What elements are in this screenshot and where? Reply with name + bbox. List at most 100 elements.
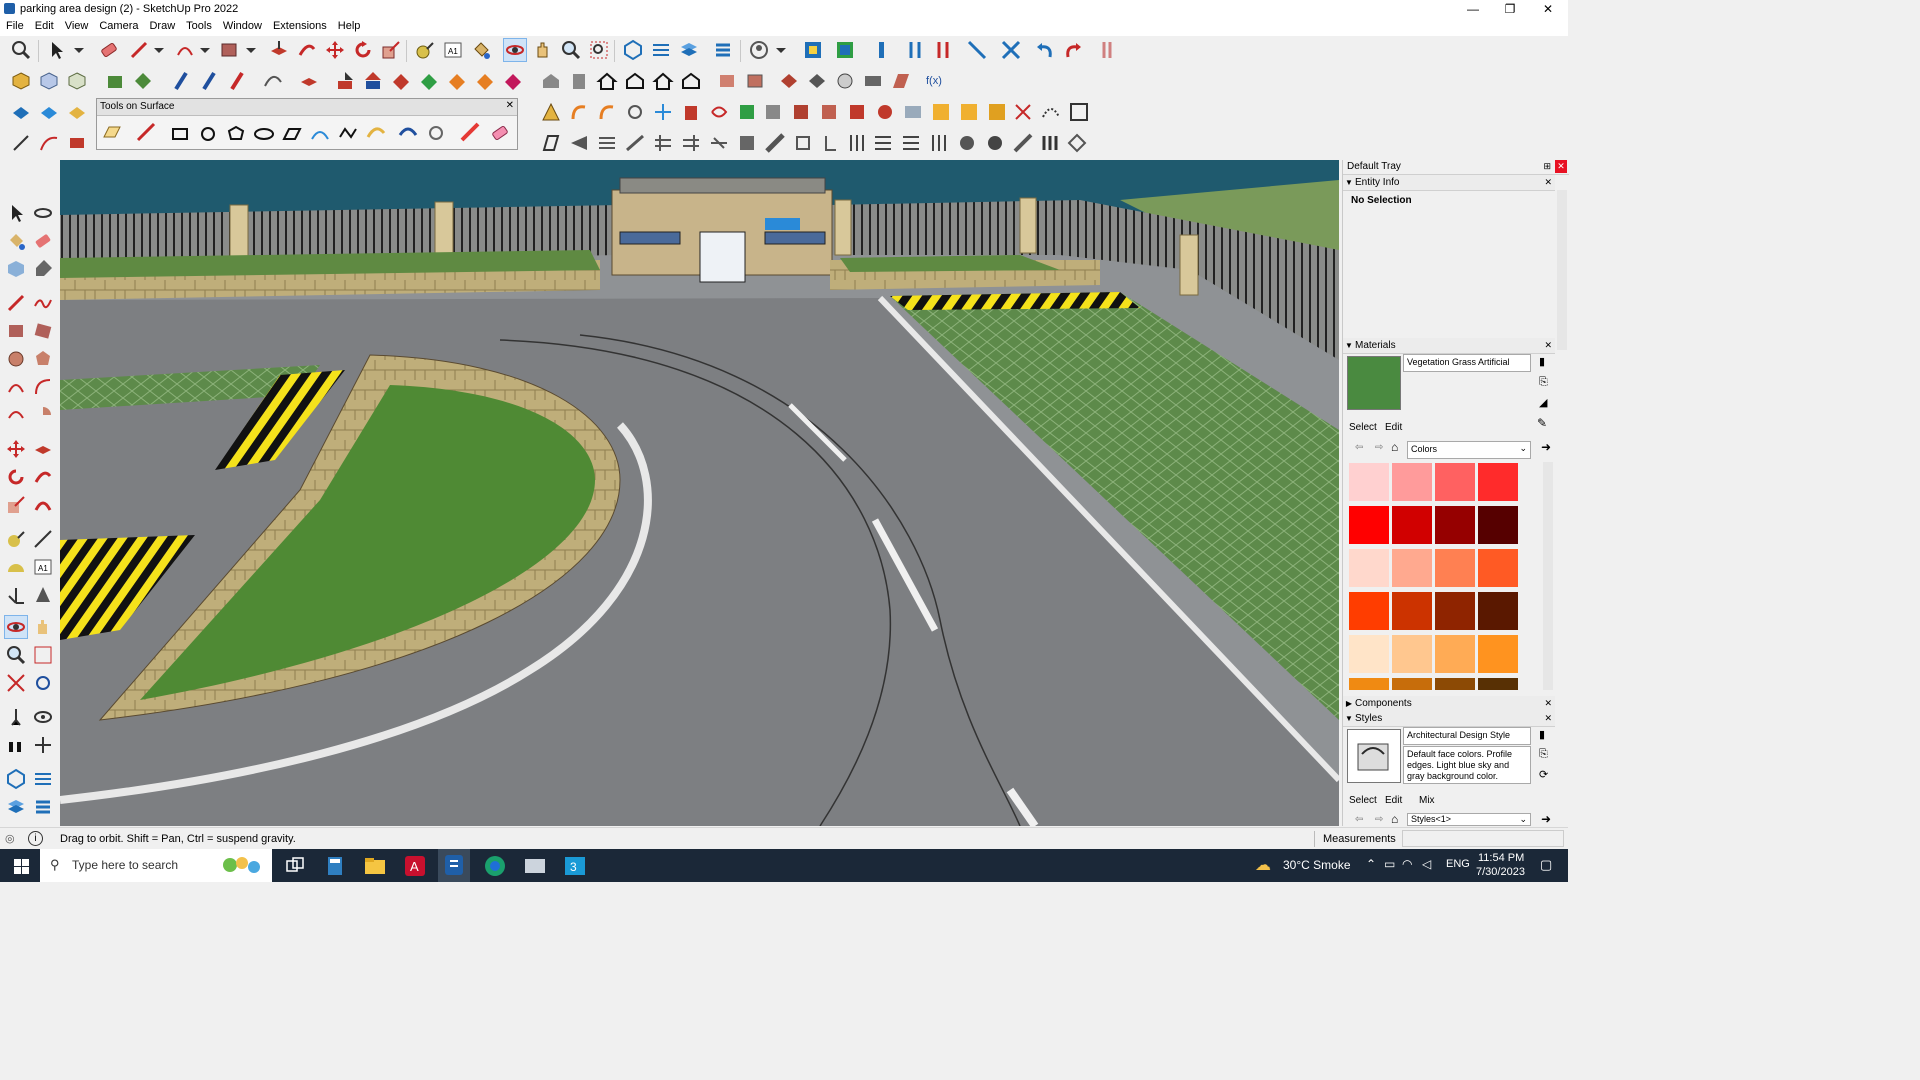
surface-edit-icon[interactable] (425, 121, 447, 143)
menu-window[interactable]: Window (217, 18, 267, 32)
zoom-window-icon[interactable] (588, 39, 610, 61)
extension-icon[interactable] (902, 101, 924, 123)
menu-camera[interactable]: Camera (93, 18, 143, 32)
file-explorer-icon[interactable] (362, 853, 388, 879)
sketchup-taskbar-icon[interactable] (438, 849, 470, 882)
home-icon[interactable] (652, 70, 674, 92)
materials-edit-tab[interactable]: Edit (1385, 422, 1402, 433)
close-icon[interactable]: ✕ (1544, 696, 1552, 711)
protractor-icon[interactable] (5, 556, 27, 578)
surface-generate-faces-icon[interactable] (459, 121, 481, 143)
surface-parallelogram-icon[interactable] (281, 121, 303, 143)
look-around-icon[interactable] (32, 706, 54, 728)
extension-icon[interactable] (66, 132, 88, 154)
details-arrow-icon[interactable]: ➜ (1541, 812, 1551, 826)
surface-offset-icon[interactable] (365, 121, 387, 143)
extension-icon[interactable] (736, 132, 758, 154)
extension-icon[interactable] (986, 101, 1008, 123)
extension-icon[interactable] (1000, 39, 1022, 61)
chevron-down-icon[interactable] (68, 39, 90, 61)
extension-icon[interactable] (764, 132, 786, 154)
tape-measure-icon[interactable] (5, 528, 27, 550)
material-swatch[interactable] (1435, 635, 1475, 673)
windows-start-icon[interactable] (8, 853, 34, 879)
taskbar-search-box[interactable]: ⚲ Type here to search (40, 849, 272, 882)
geo-location-icon[interactable]: ◎ (5, 832, 15, 845)
app-icon[interactable] (522, 853, 548, 879)
materials-select-tab[interactable]: Select (1349, 422, 1377, 433)
details-arrow-icon[interactable]: ➜ (1541, 440, 1551, 454)
weather-text[interactable]: 30°C Smoke (1283, 858, 1351, 872)
arc-tool-icon[interactable] (174, 39, 196, 61)
surface-line-icon[interactable] (135, 121, 157, 143)
extension-icon[interactable] (680, 101, 702, 123)
extension-icon[interactable] (956, 132, 978, 154)
menu-extensions[interactable]: Extensions (267, 18, 332, 32)
menu-tools[interactable]: Tools (180, 18, 217, 32)
circle-tool-icon[interactable] (5, 348, 27, 370)
extension-icon[interactable] (930, 101, 952, 123)
zoom-icon[interactable] (5, 644, 27, 666)
close-icon[interactable]: ✕ (1555, 160, 1567, 173)
orbit-icon[interactable] (32, 202, 54, 224)
extension-icon[interactable] (862, 70, 884, 92)
paint-bucket-icon[interactable] (5, 230, 27, 252)
edge-icon[interactable] (482, 853, 508, 879)
extension-icon[interactable] (966, 39, 988, 61)
extension-icon[interactable] (928, 132, 950, 154)
chevron-down-icon[interactable] (240, 39, 262, 61)
restore-button[interactable]: ❐ (1492, 0, 1528, 18)
undo-icon[interactable] (1034, 39, 1056, 61)
extension-icon[interactable] (198, 70, 220, 92)
task-view-icon[interactable] (281, 853, 307, 879)
surface-circle-icon[interactable] (197, 121, 219, 143)
line-tool-icon[interactable] (5, 292, 27, 314)
pan-icon[interactable] (532, 39, 554, 61)
push-pull-icon[interactable] (268, 39, 290, 61)
material-swatch[interactable] (1478, 635, 1518, 673)
material-library-select[interactable]: Colors ⌄ (1407, 441, 1531, 459)
material-name-field[interactable]: Vegetation Grass Artificial (1403, 354, 1531, 372)
clock-date[interactable]: 7/30/2023 (1476, 866, 1525, 878)
zoom-icon[interactable] (560, 39, 582, 61)
section-plane-icon[interactable] (32, 734, 54, 756)
materials-header[interactable]: ▼ Materials ✕ (1343, 338, 1555, 354)
follow-me-icon[interactable] (32, 466, 54, 488)
chevron-down-icon[interactable] (194, 39, 216, 61)
surface-eraser-icon[interactable] (489, 121, 511, 143)
extension-icon[interactable] (1012, 101, 1034, 123)
extension-icon[interactable] (652, 101, 674, 123)
forward-icon[interactable]: ⇨ (1375, 442, 1383, 453)
extension-icon[interactable] (680, 132, 702, 154)
home-icon[interactable]: ⌂ (1391, 812, 1398, 826)
rotate-icon[interactable] (5, 466, 27, 488)
three-point-arc-icon[interactable] (5, 404, 27, 426)
previous-view-icon[interactable] (32, 672, 54, 694)
select-icon[interactable] (5, 202, 27, 224)
zoom-extents-icon[interactable] (10, 39, 32, 61)
section-plane-icon[interactable] (650, 39, 672, 61)
material-swatch[interactable] (1392, 592, 1432, 630)
chevron-down-icon[interactable]: ⌄ (1519, 443, 1527, 454)
layers-icon[interactable] (678, 39, 700, 61)
language-indicator[interactable]: ENG (1446, 858, 1470, 870)
rectangle-tool-icon[interactable] (218, 39, 240, 61)
styles-select-tab[interactable]: Select (1349, 795, 1377, 806)
extension-icon[interactable] (846, 101, 868, 123)
section-plane-icon[interactable] (32, 768, 54, 790)
extension-icon[interactable] (624, 132, 646, 154)
surface-polyline-icon[interactable] (337, 121, 359, 143)
component-icon[interactable] (5, 258, 27, 280)
extension-icon[interactable] (170, 70, 192, 92)
notifications-icon[interactable]: ▢ (1540, 857, 1552, 873)
extension-icon[interactable] (362, 70, 384, 92)
material-swatch[interactable] (1478, 678, 1518, 690)
extension-icon[interactable] (708, 101, 730, 123)
extension-icon[interactable] (900, 132, 922, 154)
eraser-icon[interactable] (32, 230, 54, 252)
curve-icon[interactable] (262, 70, 284, 92)
weather-icon[interactable]: ☁ (1255, 855, 1271, 875)
solid-tool-icon[interactable] (104, 70, 126, 92)
material-preview[interactable] (1347, 356, 1401, 410)
extension-icon[interactable] (890, 70, 912, 92)
